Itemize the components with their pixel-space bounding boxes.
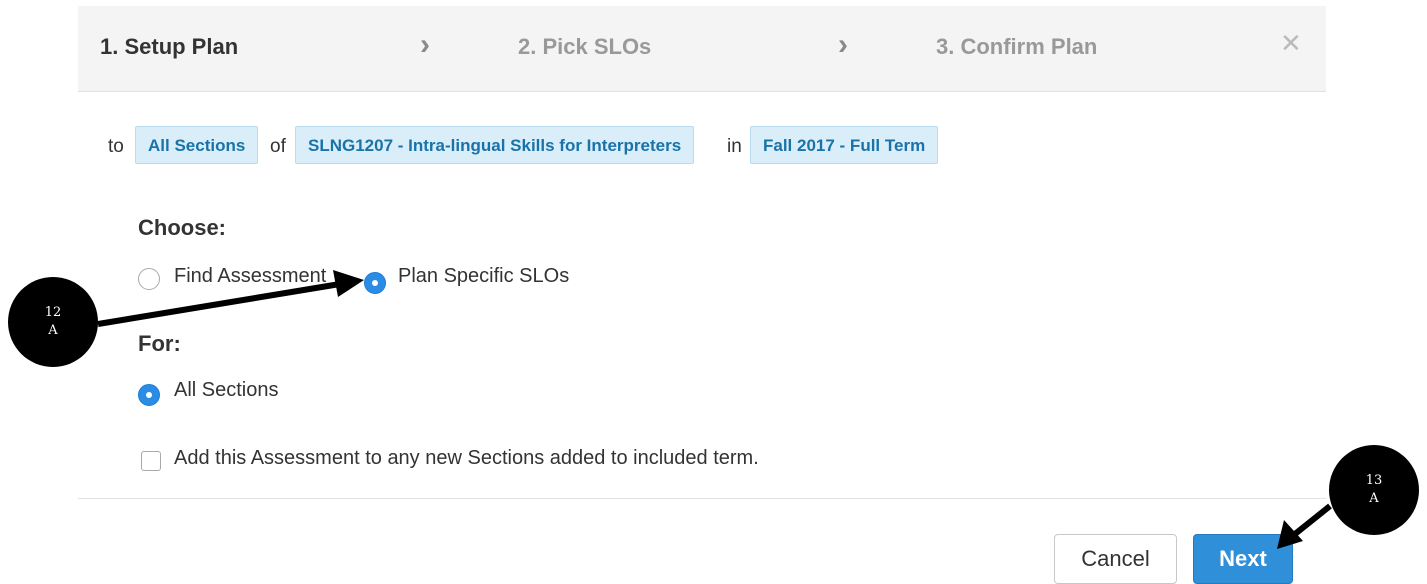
context-of-text: of [270,136,286,157]
annotation-badge-12a: 12 A [8,277,98,367]
sections-chip[interactable]: All Sections [135,126,259,164]
footer-divider [78,498,1326,499]
annotation-12a-number: 12 [44,305,62,320]
chevron-right-icon: › [838,28,848,61]
context-in-text: in [727,136,742,157]
annotation-12a-letter: A [48,323,58,338]
annotation-arrow-13a [1293,503,1332,537]
annotation-13a-letter: A [1369,491,1379,506]
annotation-arrowhead-12a [333,270,364,297]
choose-label: Choose: [138,215,226,240]
plan-specific-slos-label: Plan Specific SLOs [398,265,570,287]
annotation-badge-13a: 13 A [1329,445,1419,535]
annotation-arrow-12a [97,281,341,327]
add-to-new-sections-checkbox[interactable] [141,451,161,471]
step-setup-plan[interactable]: 1. Setup Plan [100,34,238,60]
next-button[interactable]: Next [1193,534,1293,584]
add-to-new-sections-label: Add this Assessment to any new Sections … [174,447,759,469]
wizard-header: 1. Setup Plan › 2. Pick SLOs › 3. Confir… [78,6,1326,92]
for-label: For: [138,331,181,356]
find-assessment-radio[interactable] [138,268,160,290]
all-sections-radio[interactable] [138,384,160,406]
context-to-text: to [108,136,124,157]
step-confirm-plan[interactable]: 3. Confirm Plan [936,34,1097,60]
all-sections-label: All Sections [174,379,279,401]
annotation-13a-number: 13 [1365,473,1383,488]
find-assessment-label: Find Assessment [174,265,327,287]
close-icon[interactable]: ✕ [1280,28,1302,58]
plan-specific-slos-radio[interactable] [364,272,386,294]
cancel-button[interactable]: Cancel [1054,534,1177,584]
chevron-right-icon: › [420,28,430,61]
term-chip[interactable]: Fall 2017 - Full Term [750,126,939,164]
step-pick-slos[interactable]: 2. Pick SLOs [518,34,651,60]
course-chip[interactable]: SLNG1207 - Intra-lingual Skills for Inte… [295,126,695,164]
